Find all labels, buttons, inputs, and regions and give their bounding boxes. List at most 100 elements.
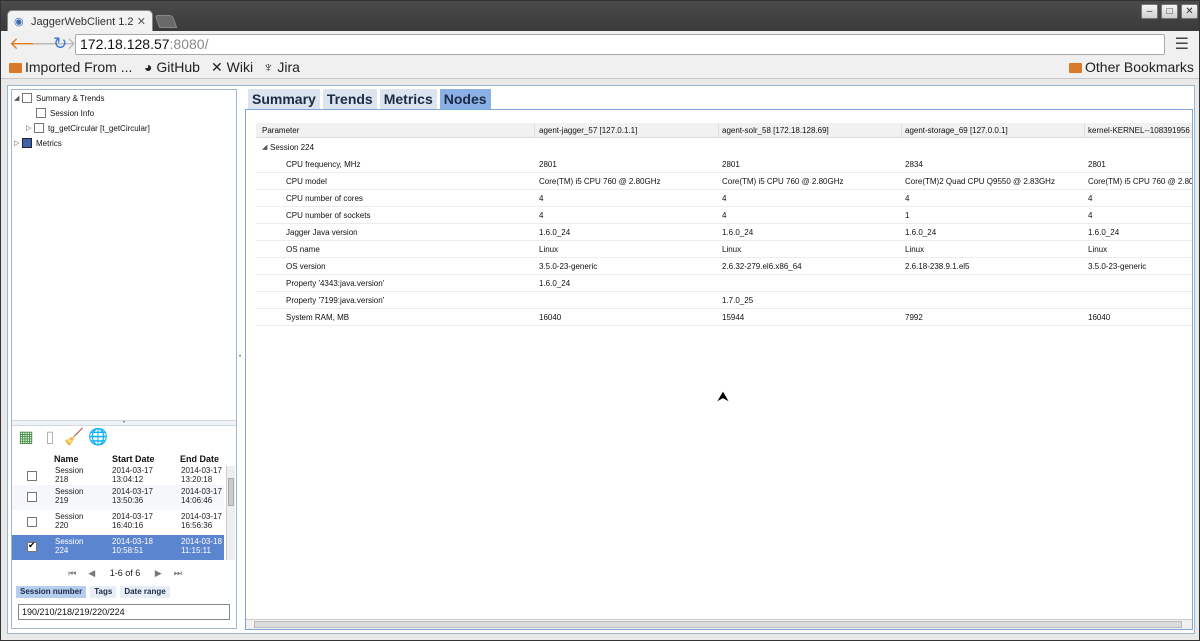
jagger-app: ◢ Summary & Trends Session Info ▷ tg_get… <box>7 85 1195 634</box>
value-cell: 15944 <box>722 313 745 322</box>
session-row-219[interactable]: Session 219 2014-03-17 13:50:36 2014-03-… <box>12 485 224 510</box>
tab-session-number[interactable]: Session number <box>16 586 87 598</box>
browser-toolbar: 🡐 🡒 ↻ 172.18.128.57:8080/ <box>1 31 1199 57</box>
col-kernel[interactable]: kernel-KERNEL--108391956 <box>1088 126 1190 135</box>
value-cell: Core(TM) i5 CPU 760 @ 2.80 <box>1088 177 1193 186</box>
table-row[interactable]: Property '7199:java.version' 1.7.0_25 <box>256 292 1192 309</box>
table-row[interactable]: OS version 3.5.0-23-generic 2.6.32-279.el6… <box>256 258 1192 275</box>
expand-icon[interactable]: ▷ <box>14 139 22 147</box>
value-cell: 4 <box>539 194 544 203</box>
value-cell: 16040 <box>1088 313 1111 322</box>
table-row[interactable]: OS name Linux Linux Linux Linux <box>256 241 1192 258</box>
col-start-date[interactable]: Start Date <box>112 454 155 464</box>
filter-tabs: Session number Tags Date range <box>16 586 170 598</box>
table-row[interactable]: Property '4343:java.version' 1.6.0_24 <box>256 275 1192 292</box>
tab-date-range[interactable]: Date range <box>120 586 170 598</box>
value-cell: Linux <box>539 245 559 254</box>
tab-nodes[interactable]: Nodes <box>439 89 491 109</box>
tree-item-metrics[interactable]: ▷ Metrics <box>14 136 62 150</box>
table-row[interactable]: CPU frequency, MHz 2801 2801 2834 2801 <box>256 156 1192 173</box>
blank-page-icon[interactable]: ▯ <box>40 428 60 448</box>
col-agent-jagger[interactable]: agent-jagger_57 [127.0.1.1] <box>539 126 637 135</box>
scroll-thumb[interactable] <box>254 621 1182 628</box>
grid-header: Parameter agent-jagger_57 [127.0.1.1] ag… <box>256 123 1192 138</box>
collapse-icon[interactable]: ◢ <box>262 143 270 151</box>
close-window-icon[interactable]: ✕ <box>1181 4 1198 19</box>
session-row-220[interactable]: Session 220 2014-03-17 16:40:16 2014-03-… <box>12 510 224 535</box>
bookmark-github[interactable]: ◕ GitHub <box>144 59 200 75</box>
new-tab-button[interactable] <box>154 15 178 28</box>
jagger-favicon-icon: ◉ <box>14 15 24 28</box>
value-cell: 1.6.0_24 <box>905 228 937 237</box>
first-page-icon[interactable]: ⏮ <box>68 568 76 578</box>
minimize-icon[interactable]: – <box>1141 4 1158 19</box>
col-name[interactable]: Name <box>54 454 79 464</box>
bookmark-other[interactable]: Other Bookmarks <box>1069 59 1194 75</box>
tg-checkbox[interactable] <box>34 123 44 133</box>
session-info-checkbox[interactable] <box>36 108 46 118</box>
value-cell: 2801 <box>722 160 740 169</box>
session-checkbox[interactable] <box>27 471 37 481</box>
globe-link-icon[interactable]: 🌐 <box>88 428 108 448</box>
tree-item-tg[interactable]: ▷ tg_getCircular [t_getCircular] <box>26 121 150 135</box>
session-filter-input[interactable]: 190/210/218/219/220/224 <box>18 604 230 620</box>
table-row[interactable]: CPU model Core(TM) i5 CPU 760 @ 2.80GHz Co… <box>256 173 1192 190</box>
tab-tags[interactable]: Tags <box>90 586 117 598</box>
browser-menu-icon[interactable]: ☰ <box>1175 34 1189 54</box>
value-cell: Linux <box>905 245 925 254</box>
tab-summary[interactable]: Summary <box>248 89 320 109</box>
value-cell: 2801 <box>539 160 557 169</box>
col-end-date[interactable]: End Date <box>180 454 219 464</box>
expand-icon[interactable]: ▷ <box>26 124 34 132</box>
jira-icon: ♆ <box>263 59 274 75</box>
bookmark-jira[interactable]: ♆ Jira <box>263 59 300 75</box>
broom-icon[interactable]: 🧹 <box>64 428 84 448</box>
value-cell: Linux <box>1088 245 1108 254</box>
session-row-218[interactable]: Session 218 2014-03-17 13:04:12 2014-03-… <box>12 466 224 485</box>
session-row-224[interactable]: Session 224 2014-03-18 10:58:51 2014-03-… <box>12 535 224 560</box>
vertical-splitter[interactable]: • <box>12 420 236 426</box>
table-row[interactable]: CPU number of cores 4 4 4 4 <box>256 190 1192 207</box>
maximize-icon[interactable]: □ <box>1161 4 1178 19</box>
value-cell: Core(TM)2 Quad CPU Q9550 @ 2.83GHz <box>905 177 1055 186</box>
sessions-scrollbar[interactable] <box>226 466 235 560</box>
col-parameter[interactable]: Parameter <box>262 126 299 135</box>
collapse-icon[interactable]: ◢ <box>14 94 22 102</box>
col-agent-storage[interactable]: agent-storage_69 [127.0.0.1] <box>905 126 1008 135</box>
tree-item-summary[interactable]: ◢ Summary & Trends <box>14 91 104 105</box>
value-cell: 4 <box>1088 194 1093 203</box>
table-row[interactable]: Jagger Java version 1.6.0_24 1.6.0_24 1.6.0… <box>256 224 1192 241</box>
value-cell: 4 <box>722 194 727 203</box>
close-tab-icon[interactable]: ✕ <box>137 15 146 28</box>
session-checkbox[interactable] <box>27 541 37 552</box>
table-row[interactable]: CPU number of sockets 4 4 1 4 <box>256 207 1192 224</box>
session-group-row[interactable]: ◢ Session 224 <box>262 140 314 154</box>
value-cell: 4 <box>1088 211 1093 220</box>
bookmark-imported[interactable]: Imported From ... <box>9 59 132 75</box>
parameter-cell: CPU number of sockets <box>286 211 371 220</box>
summary-checkbox[interactable] <box>22 93 32 103</box>
tab-metrics[interactable]: Metrics <box>379 89 437 109</box>
metrics-checkbox[interactable] <box>22 138 32 148</box>
horizontal-splitter[interactable]: • <box>238 89 244 629</box>
table-row[interactable]: System RAM, MB 16040 15944 7992 16040 <box>256 309 1192 326</box>
tab-trends[interactable]: Trends <box>322 89 377 109</box>
tree-item-session-info[interactable]: Session Info <box>36 106 94 120</box>
value-cell: 1.6.0_24 <box>539 279 571 288</box>
table-icon[interactable]: ▦ <box>16 428 36 448</box>
page-range: 1-6 of 6 <box>109 568 141 578</box>
bookmark-wiki[interactable]: ✕ Wiki <box>211 59 253 76</box>
session-checkbox[interactable] <box>27 492 37 502</box>
col-agent-solr[interactable]: agent-solr_58 [172.18.128.69] <box>722 126 829 135</box>
browser-window: ◉ JaggerWebClient 1.2.4-S ✕ – □ ✕ 🡐 🡒 ↻ … <box>0 0 1200 641</box>
reload-icon[interactable]: ↻ <box>53 34 67 54</box>
session-checkbox[interactable] <box>27 517 37 527</box>
address-bar[interactable]: 172.18.128.57:8080/ <box>75 34 1165 55</box>
grid-horizontal-scrollbar[interactable] <box>246 619 1192 629</box>
scroll-thumb[interactable] <box>228 478 234 506</box>
prev-page-icon[interactable]: ◀ <box>88 568 95 578</box>
pager: ⏮ ◀ 1-6 of 6 ▶ ⏭ <box>12 568 238 582</box>
next-page-icon[interactable]: ▶ <box>155 568 162 578</box>
browser-tab[interactable]: ◉ JaggerWebClient 1.2.4-S ✕ <box>7 10 153 32</box>
last-page-icon[interactable]: ⏭ <box>174 568 182 578</box>
